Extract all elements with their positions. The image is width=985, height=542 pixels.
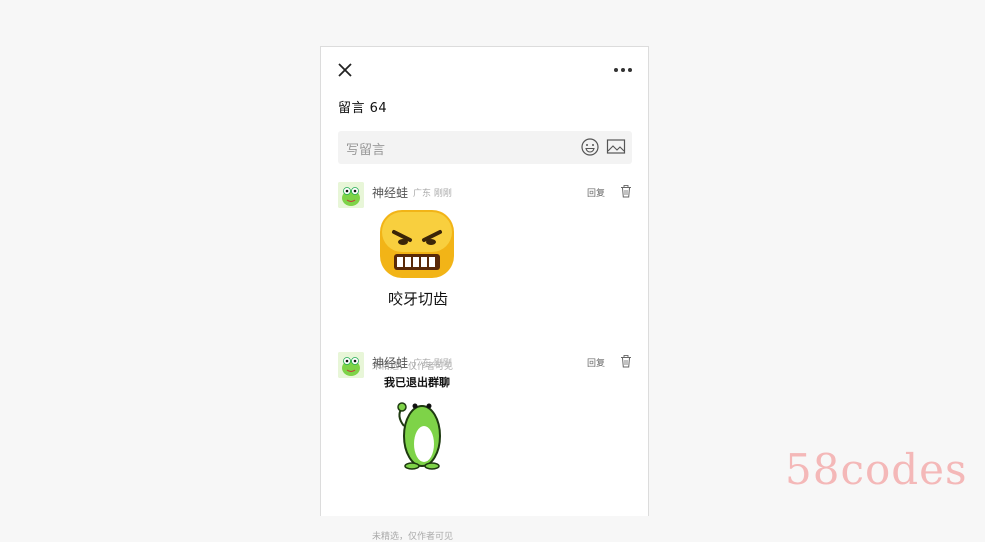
comment-meta: 广东 刚刚 [413,186,452,199]
sticker-caption: 咬牙切齿 [388,290,449,308]
comment-meta: 广东 刚刚 [413,356,452,369]
image-icon[interactable] [606,138,626,156]
sticker-caption: 我已退出群聊 [384,376,450,389]
commenter-name[interactable]: 神经蛙 [372,354,408,371]
comment-time: 刚刚 [433,359,452,369]
comments-panel: 留言 64 写留言 神经蛙 广东 刚刚 回复 咬牙切齿 未精选，仅作者可见 神经… [320,46,649,542]
avatar[interactable] [338,182,364,208]
write-comment-placeholder: 写留言 [346,143,386,158]
delete-icon[interactable] [620,183,632,198]
emoji-icon[interactable] [580,137,600,157]
visibility-note: 未精选，仅作者可见 [372,532,454,542]
write-comment-input[interactable]: 写留言 [338,131,632,164]
commenter-name[interactable]: 神经蛙 [372,184,408,201]
commenter-region: 广东 [413,189,432,199]
comments-count-title: 留言 64 [338,101,388,116]
watermark: 58codes [785,445,968,494]
reply-button[interactable]: 回复 [587,186,605,199]
avatar[interactable] [338,352,364,378]
comment-time: 刚刚 [433,189,452,199]
sticker-frog-left-group: 我已退出群聊 [372,374,472,474]
sticker-grimace: 咬牙切齿 [372,206,462,308]
commenter-region: 广东 [413,359,432,369]
more-options-icon[interactable] [614,65,638,75]
close-icon[interactable] [335,60,355,80]
reply-button[interactable]: 回复 [587,356,605,369]
delete-icon[interactable] [620,353,632,368]
